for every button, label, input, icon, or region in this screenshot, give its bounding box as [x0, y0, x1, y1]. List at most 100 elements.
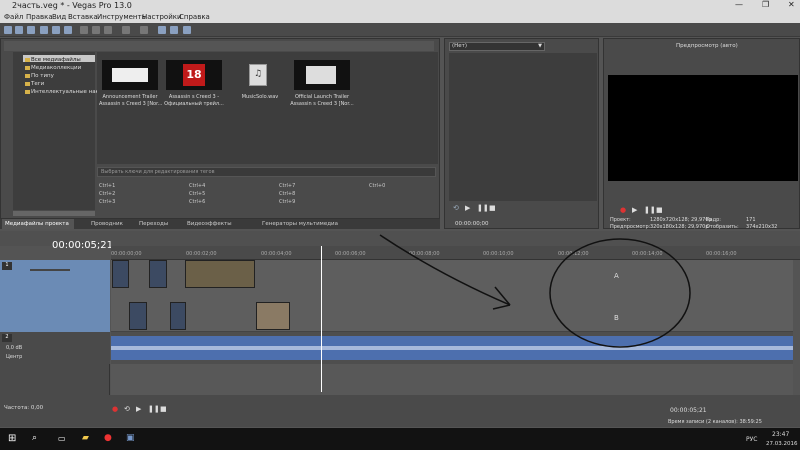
maximize-button[interactable]: ❐: [762, 0, 769, 9]
help-icon[interactable]: [170, 26, 178, 34]
shortcut-label: Ctrl+9: [279, 199, 296, 205]
tree-item-bins[interactable]: Медиаколлекции: [31, 65, 81, 71]
menu-edit[interactable]: Правка: [26, 13, 53, 21]
audio-file-icon[interactable]: ♫: [249, 64, 267, 86]
save-icon[interactable]: [27, 26, 35, 34]
explorer-icon[interactable]: ▰: [82, 433, 89, 443]
new-icon[interactable]: [4, 26, 12, 34]
record-icon: ●: [112, 405, 119, 413]
audio-track-header[interactable]: 2 0,0 dB Центр: [0, 332, 110, 364]
menu-file[interactable]: Файл: [4, 13, 23, 21]
video-clip[interactable]: [170, 302, 186, 330]
preview-quality-dropdown[interactable]: Предпросмотр (авто): [676, 43, 738, 49]
whats-this-icon[interactable]: [183, 26, 191, 34]
chevron-down-icon: ▼: [538, 43, 542, 49]
trimmer-transport: ⟲ ▶ ❚❚ ■: [453, 204, 573, 213]
undo-icon[interactable]: [122, 26, 130, 34]
folder-icon: [25, 90, 30, 94]
record-icon: ●: [620, 206, 627, 214]
shortcut-label: Ctrl+7: [279, 183, 296, 189]
media-label: Assassin s Creed 3 -: [168, 94, 220, 100]
video-track-header[interactable]: 1: [0, 260, 110, 332]
shortcut-label: Ctrl+2: [99, 191, 116, 197]
media-label: Official Launch Trailer: [295, 94, 349, 100]
media-thumbnail-trailer[interactable]: 18: [166, 60, 222, 90]
pause-icon: ❚❚: [148, 405, 160, 413]
tab-transitions[interactable]: Переходы: [139, 221, 168, 227]
tree-item-by-type[interactable]: По типу: [31, 73, 54, 79]
trimmer-dropdown[interactable]: (Нет) ▼: [449, 42, 545, 51]
play-icon: ▶: [136, 405, 142, 413]
chrome-icon[interactable]: ●: [104, 433, 112, 443]
trimmer-view[interactable]: [449, 53, 597, 201]
minimize-button[interactable]: —: [735, 0, 743, 9]
vegas-icon[interactable]: ▣: [126, 433, 135, 443]
stop-icon: ■: [656, 206, 663, 214]
main-toolbar: [0, 23, 800, 37]
tab-project-media[interactable]: Медиафайлы проекта: [5, 221, 69, 227]
menu-tools[interactable]: Инструменты: [97, 13, 147, 21]
stop-icon: ■: [160, 405, 167, 413]
trimmer-panel: (Нет) ▼ ⟲ ▶ ❚❚ ■ 00:00:00;00: [444, 38, 599, 229]
shortcut-label: Ctrl+3: [99, 199, 116, 205]
tree-item-smart-bins[interactable]: Интеллектуальные нак: [31, 89, 99, 95]
open-icon[interactable]: [15, 26, 23, 34]
video-clip[interactable]: [185, 260, 255, 288]
media-label: Официальный трейл...: [164, 101, 224, 107]
shortcut-label: Ctrl+6: [189, 199, 206, 205]
menu-insert[interactable]: Вставка: [68, 13, 98, 21]
properties-icon[interactable]: [40, 26, 48, 34]
close-button[interactable]: ✕: [788, 0, 795, 9]
tags-input[interactable]: Выбрать ключи для редактирования тегов: [97, 167, 436, 177]
render-icon[interactable]: [52, 26, 60, 34]
pause-icon: ❚❚: [477, 204, 489, 212]
media-label: Announcement Trailer: [102, 94, 158, 100]
playhead-cursor[interactable]: [321, 246, 322, 392]
tab-media-generators[interactable]: Генераторы мультимедиа: [262, 221, 338, 227]
search-icon[interactable]: ⌕: [32, 433, 37, 443]
copy-icon[interactable]: [92, 26, 100, 34]
handwritten-annotation: [379, 234, 691, 348]
media-grid: Announcement Trailer Assassin s Creed 3 …: [97, 52, 438, 164]
folder-icon: [25, 74, 30, 78]
paste-icon[interactable]: [104, 26, 112, 34]
play-icon: ▶: [465, 204, 471, 212]
media-thumbnail-launch[interactable]: [294, 60, 350, 90]
shortcut-label: Ctrl+4: [189, 183, 206, 189]
horizontal-scrollbar[interactable]: [13, 211, 95, 216]
audio-volume-label: 0,0 dB: [6, 345, 23, 351]
video-clip[interactable]: [256, 302, 290, 330]
clock-date: 27.03.2016: [766, 441, 798, 447]
redo-icon[interactable]: [140, 26, 148, 34]
shortcut-label: Ctrl+1: [99, 183, 116, 189]
menu-help[interactable]: Справка: [179, 13, 210, 21]
tree-item-tags[interactable]: Теги: [31, 81, 44, 87]
media-label: Assassin s Creed 3 [Nor...: [290, 101, 354, 107]
cursor-icon[interactable]: [158, 26, 166, 34]
bottom-bar: Частота: 0,00 ● ⟲ ▶ ❚❚ ■ 00:00:05;21 Вре…: [0, 395, 800, 427]
cursor-time: 00:00:05;21: [670, 407, 707, 414]
video-clip[interactable]: [149, 260, 167, 288]
tree-item-all-media[interactable]: Все медиафайлы: [31, 57, 81, 63]
start-icon[interactable]: ⊞: [8, 433, 16, 444]
video-clip[interactable]: [112, 260, 129, 288]
folder-icon: [25, 66, 30, 70]
cut-icon[interactable]: [80, 26, 88, 34]
media-thumbnail-announcement[interactable]: [102, 60, 158, 90]
loop-icon: ⟲: [124, 405, 130, 413]
tab-video-fx[interactable]: Видеоэффекты: [187, 221, 232, 227]
timeline-timecode: 00:00:05;21: [52, 240, 114, 251]
capture-icon[interactable]: [64, 26, 72, 34]
shortcut-label: Ctrl+0: [369, 183, 386, 189]
video-clip[interactable]: [129, 302, 147, 330]
menu-settings[interactable]: Настройки: [142, 13, 182, 21]
audio-pan-label: Центр: [6, 354, 23, 360]
level-slider[interactable]: [30, 269, 70, 271]
task-view-icon[interactable]: ▭: [58, 434, 66, 443]
media-label: Assassin s Creed 3 [Nor...: [99, 101, 163, 107]
title-bar: 2часть.veg * - Vegas Pro 13.0 — ❐ ✕: [0, 0, 800, 12]
tab-explorer[interactable]: Проводник: [91, 221, 123, 227]
menu-view[interactable]: Вид: [52, 13, 66, 21]
language-indicator[interactable]: РУС: [746, 436, 757, 443]
menu-bar: Файл Правка Вид Вставка Инструменты Наст…: [0, 12, 800, 23]
